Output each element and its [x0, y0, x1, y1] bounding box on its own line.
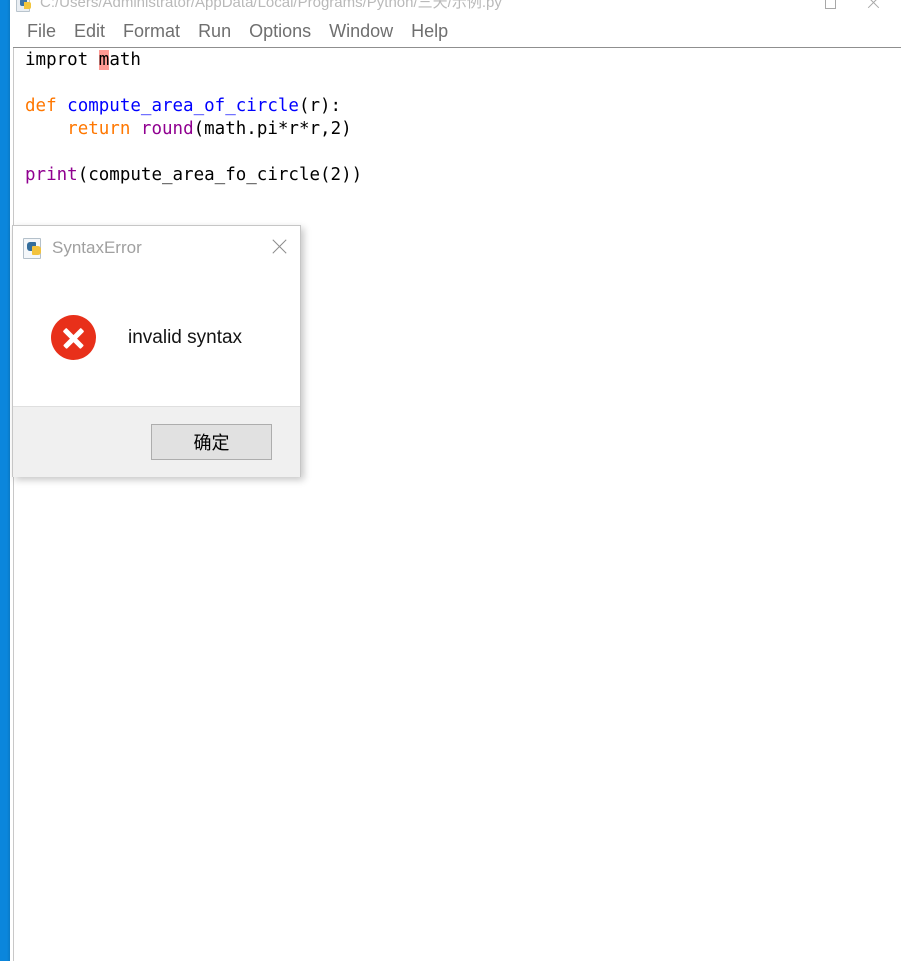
- window-title-bar[interactable]: C:/Users/Administrator/AppData/Local/Pro…: [10, 0, 901, 16]
- close-icon[interactable]: [855, 0, 901, 16]
- editor-top-divider: [13, 47, 901, 48]
- python-file-icon: [16, 0, 32, 12]
- menu-item-format[interactable]: Format: [114, 19, 189, 44]
- dialog-footer: 确定: [13, 406, 300, 477]
- menu-item-help[interactable]: Help: [402, 19, 457, 44]
- code-token: compute_area_of_circle: [67, 96, 299, 116]
- maximize-icon[interactable]: [809, 0, 855, 16]
- code-token: round: [140, 119, 194, 139]
- ok-button[interactable]: 确定: [151, 424, 272, 460]
- error-x-icon: [51, 315, 96, 360]
- close-icon[interactable]: [262, 232, 296, 262]
- code-editor-text-area[interactable]: improt math def compute_area_of_circle(r)…: [25, 49, 885, 949]
- dialog-title-bar[interactable]: SyntaxError: [13, 226, 300, 269]
- code-line: print(compute_area_fo_circle(2)): [25, 164, 885, 187]
- code-token: print: [25, 165, 78, 185]
- menu-item-window[interactable]: Window: [320, 19, 402, 44]
- window-controls: [809, 0, 901, 16]
- code-line: improt math: [25, 49, 885, 72]
- code-line: def compute_area_of_circle(r):: [25, 95, 885, 118]
- code-line: return round(math.pi*r*r,2): [25, 118, 885, 141]
- code-token: def: [25, 96, 68, 116]
- code-token: return: [67, 119, 141, 139]
- menu-item-run[interactable]: Run: [189, 19, 240, 44]
- code-token: improt: [25, 50, 99, 70]
- screen-root: C:/Users/Administrator/AppData/Local/Pro…: [0, 0, 901, 961]
- code-token: ath: [109, 50, 141, 70]
- dialog-title-text: SyntaxError: [52, 237, 142, 257]
- python-file-icon: [23, 237, 43, 259]
- menu-item-options[interactable]: Options: [240, 19, 320, 44]
- window-title-text: C:/Users/Administrator/AppData/Local/Pro…: [40, 0, 502, 11]
- code-token: (compute_area_fo_circle(2)): [77, 165, 363, 185]
- menu-item-edit[interactable]: Edit: [65, 19, 114, 44]
- dialog-body: invalid syntax: [13, 269, 300, 406]
- menu-item-file[interactable]: File: [18, 19, 65, 44]
- idle-editor-window: C:/Users/Administrator/AppData/Local/Pro…: [10, 0, 901, 961]
- code-token: m: [98, 50, 110, 70]
- dialog-message: invalid syntax: [128, 326, 243, 348]
- syntax-error-dialog: SyntaxError invalid syntax 确定: [12, 225, 301, 477]
- desktop-left-edge-strip: [0, 0, 10, 961]
- code-token: (r):: [298, 96, 342, 116]
- menu-bar: File Edit Format Run Options Window Help: [10, 16, 901, 47]
- code-token: (math.pi*r*r,2): [193, 119, 352, 139]
- editor-left-rule: [13, 48, 14, 961]
